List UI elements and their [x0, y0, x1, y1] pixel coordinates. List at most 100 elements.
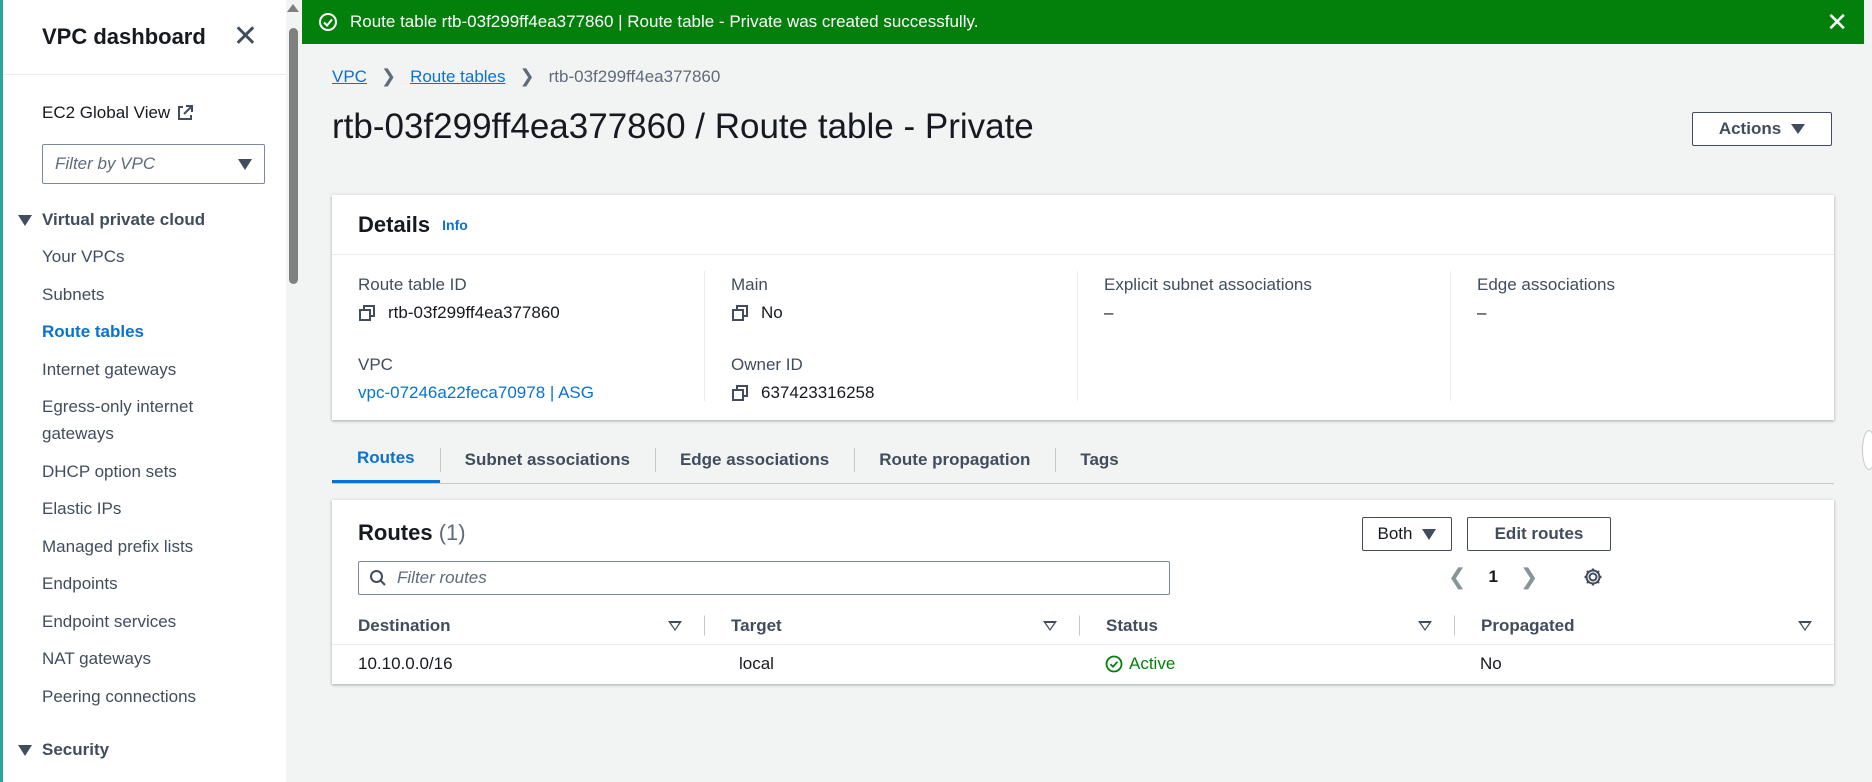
details-column: Route table ID rtb-03f299ff4ea377860 VPC… — [332, 271, 705, 403]
caret-down-icon — [1791, 124, 1806, 134]
success-check-icon — [1105, 655, 1123, 673]
route-table-id-label: Route table ID — [358, 275, 467, 294]
cell-status: Active — [1079, 645, 1454, 683]
column-header-destination[interactable]: Destination — [332, 607, 704, 644]
sidebar-item-elastic-ips[interactable]: Elastic IPs — [42, 495, 242, 522]
info-link[interactable]: Info — [442, 217, 468, 233]
section-virtual-private-cloud[interactable]: Virtual private cloud — [18, 210, 205, 230]
details-card: Details Info Route table ID rtb-03f299ff… — [332, 195, 1834, 420]
details-header: Details Info — [332, 195, 1834, 255]
tab-route-propagation[interactable]: Route propagation — [854, 436, 1055, 483]
external-link-icon — [178, 105, 194, 120]
sidebar-nav-list: Your VPCs Subnets Route tables Internet … — [42, 243, 242, 720]
status-text: Active — [1129, 654, 1176, 673]
sidebar-item-route-tables[interactable]: Route tables — [42, 318, 242, 345]
breadcrumb: VPC ❯ Route tables ❯ rtb-03f299ff4ea3778… — [332, 66, 720, 87]
column-label: Propagated — [1481, 615, 1575, 635]
sort-icon[interactable] — [668, 621, 682, 631]
breadcrumb-route-tables[interactable]: Route tables — [410, 67, 505, 87]
edit-routes-button[interactable]: Edit routes — [1467, 517, 1611, 551]
success-check-icon — [319, 13, 337, 31]
owner-id-label: Owner ID — [731, 355, 803, 374]
page-number[interactable]: 1 — [1488, 567, 1497, 587]
filter-by-vpc-placeholder: Filter by VPC — [55, 154, 156, 173]
explicit-subnet-associations-value: – — [1104, 303, 1114, 322]
routes-title: Routes — [358, 520, 433, 545]
main-content: VPC ❯ Route tables ❯ rtb-03f299ff4ea3778… — [302, 44, 1872, 782]
tab-subnet-associations[interactable]: Subnet associations — [439, 436, 655, 483]
sidebar-item-nat-gateways[interactable]: NAT gateways — [42, 645, 242, 672]
help-panel-toggle[interactable] — [1862, 430, 1872, 470]
copy-icon[interactable] — [731, 304, 749, 322]
column-header-target[interactable]: Target — [704, 607, 1079, 644]
vpc-link[interactable]: vpc-07246a22feca70978 | ASG — [358, 383, 678, 403]
sidebar-item-peering-connections[interactable]: Peering connections — [42, 683, 242, 710]
page-title: rtb-03f299ff4ea377860 / Route table - Pr… — [332, 107, 1034, 146]
edge-associations-label: Edge associations — [1477, 275, 1615, 294]
tab-routes[interactable]: Routes — [332, 436, 440, 483]
sort-icon[interactable] — [1418, 621, 1432, 631]
ec2-global-view-link[interactable]: EC2 Global View — [42, 103, 194, 123]
sidebar-item-managed-prefix-lists[interactable]: Managed prefix lists — [42, 533, 242, 560]
column-header-propagated[interactable]: Propagated — [1454, 607, 1834, 644]
filter-routes-input[interactable]: Filter routes — [358, 561, 1170, 595]
details-column: Edge associations – — [1451, 271, 1824, 401]
search-icon — [370, 570, 386, 586]
sort-icon[interactable] — [1043, 621, 1057, 631]
routes-card: Routes (1) Both Edit routes Filter route… — [332, 500, 1834, 684]
copy-icon[interactable] — [358, 304, 376, 322]
chevron-right-icon: ❯ — [519, 66, 535, 86]
close-icon[interactable]: ✕ — [1826, 9, 1848, 35]
section-security[interactable]: Security — [18, 740, 109, 760]
main-label: Main — [731, 275, 768, 294]
sort-icon[interactable] — [1798, 621, 1812, 631]
sidebar-item-endpoints[interactable]: Endpoints — [42, 570, 242, 597]
sidebar-scrollbar[interactable] — [286, 0, 300, 782]
details-grid: Route table ID rtb-03f299ff4ea377860 VPC… — [332, 255, 1834, 403]
actions-button[interactable]: Actions — [1692, 112, 1832, 146]
chevron-right-icon[interactable]: ❯ — [1520, 564, 1538, 590]
sidebar-header: VPC dashboard ✕ — [3, 0, 288, 75]
gear-icon[interactable] — [1582, 566, 1604, 588]
sidebar-item-egress-only-internet-gateways[interactable]: Egress-only internet gateways — [42, 393, 242, 447]
ec2-global-view-label: EC2 Global View — [42, 103, 171, 122]
banner-message: Route table rtb-03f299ff4ea377860 | Rout… — [350, 12, 979, 31]
table-row: 10.10.0.0/16 local Active No — [332, 645, 1834, 683]
column-header-status[interactable]: Status — [1079, 607, 1454, 644]
caret-down-icon — [18, 744, 32, 756]
details-heading: Details — [358, 211, 431, 237]
breadcrumb-vpc[interactable]: VPC — [332, 67, 367, 87]
route-filter-value: Both — [1377, 524, 1413, 543]
chevron-left-icon[interactable]: ❮ — [1448, 564, 1466, 590]
sidebar-item-endpoint-services[interactable]: Endpoint services — [42, 608, 242, 635]
sidebar-item-subnets[interactable]: Subnets — [42, 281, 242, 308]
column-label: Destination — [358, 615, 451, 635]
routes-count: (1) — [438, 520, 466, 545]
sidebar-title[interactable]: VPC dashboard — [42, 24, 206, 50]
copy-icon[interactable] — [731, 384, 749, 402]
scrollbar-thumb[interactable] — [289, 28, 298, 284]
sidebar-item-dhcp-option-sets[interactable]: DHCP option sets — [42, 458, 242, 485]
cell-propagated: No — [1480, 654, 1502, 673]
tab-bar: Routes Subnet associations Edge associat… — [332, 436, 1834, 484]
chevron-right-icon: ❯ — [380, 66, 397, 86]
filter-by-vpc-select[interactable]: Filter by VPC — [42, 144, 265, 184]
route-filter-select[interactable]: Both — [1362, 517, 1452, 551]
section-label: Security — [42, 740, 110, 759]
main-text: No — [761, 303, 783, 322]
scroll-up-arrow-icon[interactable] — [287, 4, 299, 12]
column-label: Target — [731, 615, 782, 635]
caret-down-icon — [1422, 528, 1437, 540]
tab-edge-associations[interactable]: Edge associations — [654, 436, 854, 483]
caret-down-icon — [18, 214, 32, 226]
close-icon[interactable]: ✕ — [233, 22, 258, 52]
column-label: Status — [1106, 615, 1158, 635]
pagination: ❮ 1 ❯ — [1448, 564, 1538, 590]
sidebar-item-your-vpcs[interactable]: Your VPCs — [42, 243, 242, 270]
owner-id-value: 637423316258 — [731, 383, 1051, 403]
tab-tags[interactable]: Tags — [1055, 436, 1143, 483]
sidebar-item-internet-gateways[interactable]: Internet gateways — [42, 356, 242, 383]
main-value: No — [731, 303, 1051, 323]
route-table-id-value: rtb-03f299ff4ea377860 — [358, 303, 678, 323]
cell-target: local — [739, 654, 774, 673]
